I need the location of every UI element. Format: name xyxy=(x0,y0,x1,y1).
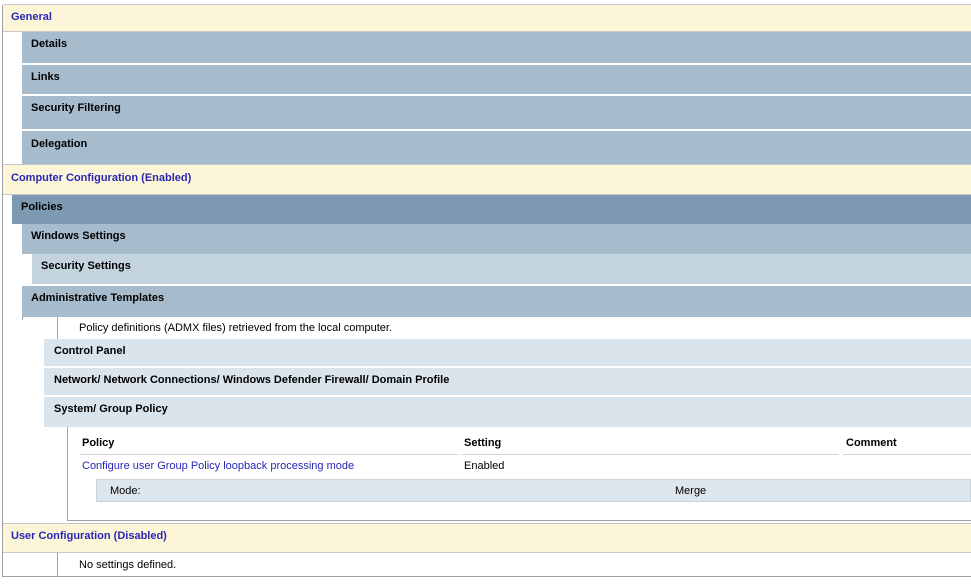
section-user-configuration[interactable]: User Configuration (Disabled) xyxy=(3,523,971,553)
header-underline xyxy=(80,454,459,455)
admx-note: Policy definitions (ADMX files) retrieve… xyxy=(79,322,393,334)
system-group-policy-label: System/ Group Policy xyxy=(54,403,168,415)
general-item-security-filtering-label: Security Filtering xyxy=(31,102,121,114)
section-general[interactable]: General xyxy=(3,4,971,32)
general-item-delegation-label: Delegation xyxy=(31,138,88,150)
tree-line xyxy=(57,317,58,339)
header-underline xyxy=(462,454,839,455)
mode-value: Merge xyxy=(675,485,707,497)
policies-label: Policies xyxy=(21,201,63,213)
general-item-links[interactable]: Links xyxy=(22,65,971,96)
firewall-domain-profile-label: Network/ Network Connections/ Windows De… xyxy=(54,374,450,386)
user-config-note: No settings defined. xyxy=(79,559,177,571)
control-panel-bar[interactable]: Control Panel xyxy=(44,339,971,368)
table-row: Configure user Group Policy loopback pro… xyxy=(80,458,971,476)
policy-link-loopback[interactable]: Configure user Group Policy loopback pro… xyxy=(82,460,354,472)
tree-line xyxy=(22,317,23,320)
system-group-policy-bar[interactable]: System/ Group Policy xyxy=(44,397,971,427)
col-header-comment: Comment xyxy=(846,437,897,449)
col-header-setting: Setting xyxy=(464,437,502,449)
windows-settings-label: Windows Settings xyxy=(31,230,126,242)
report-left-border xyxy=(2,5,3,577)
firewall-domain-profile-bar[interactable]: Network/ Network Connections/ Windows De… xyxy=(44,368,971,397)
section-computer-configuration[interactable]: Computer Configuration (Enabled) xyxy=(3,164,971,195)
section-general-title[interactable]: General xyxy=(11,11,52,23)
policy-detail-row: Mode: Merge xyxy=(96,479,971,502)
tree-line xyxy=(67,520,971,521)
general-item-delegation[interactable]: Delegation xyxy=(22,131,971,164)
header-underline xyxy=(843,454,971,455)
section-user-configuration-title[interactable]: User Configuration (Disabled) xyxy=(11,530,167,542)
security-settings-label: Security Settings xyxy=(41,260,131,272)
general-item-security-filtering[interactable]: Security Filtering xyxy=(22,96,971,131)
general-item-details[interactable]: Details xyxy=(22,32,971,65)
tree-line xyxy=(57,553,58,577)
control-panel-label: Control Panel xyxy=(54,345,126,357)
tree-line xyxy=(67,427,68,521)
general-item-details-label: Details xyxy=(31,38,68,50)
security-settings-bar[interactable]: Security Settings xyxy=(32,254,971,284)
policies-bar[interactable]: Policies xyxy=(12,195,971,224)
windows-settings-bar[interactable]: Windows Settings xyxy=(22,224,971,254)
mode-label: Mode: xyxy=(110,485,141,497)
section-computer-configuration-title[interactable]: Computer Configuration (Enabled) xyxy=(11,172,191,184)
administrative-templates-label: Administrative Templates xyxy=(31,292,165,304)
col-header-policy: Policy xyxy=(82,437,115,449)
policy-setting-value: Enabled xyxy=(464,460,505,472)
report-bottom-border xyxy=(2,576,971,577)
administrative-templates-bar[interactable]: Administrative Templates xyxy=(22,286,971,317)
general-item-links-label: Links xyxy=(31,71,60,83)
